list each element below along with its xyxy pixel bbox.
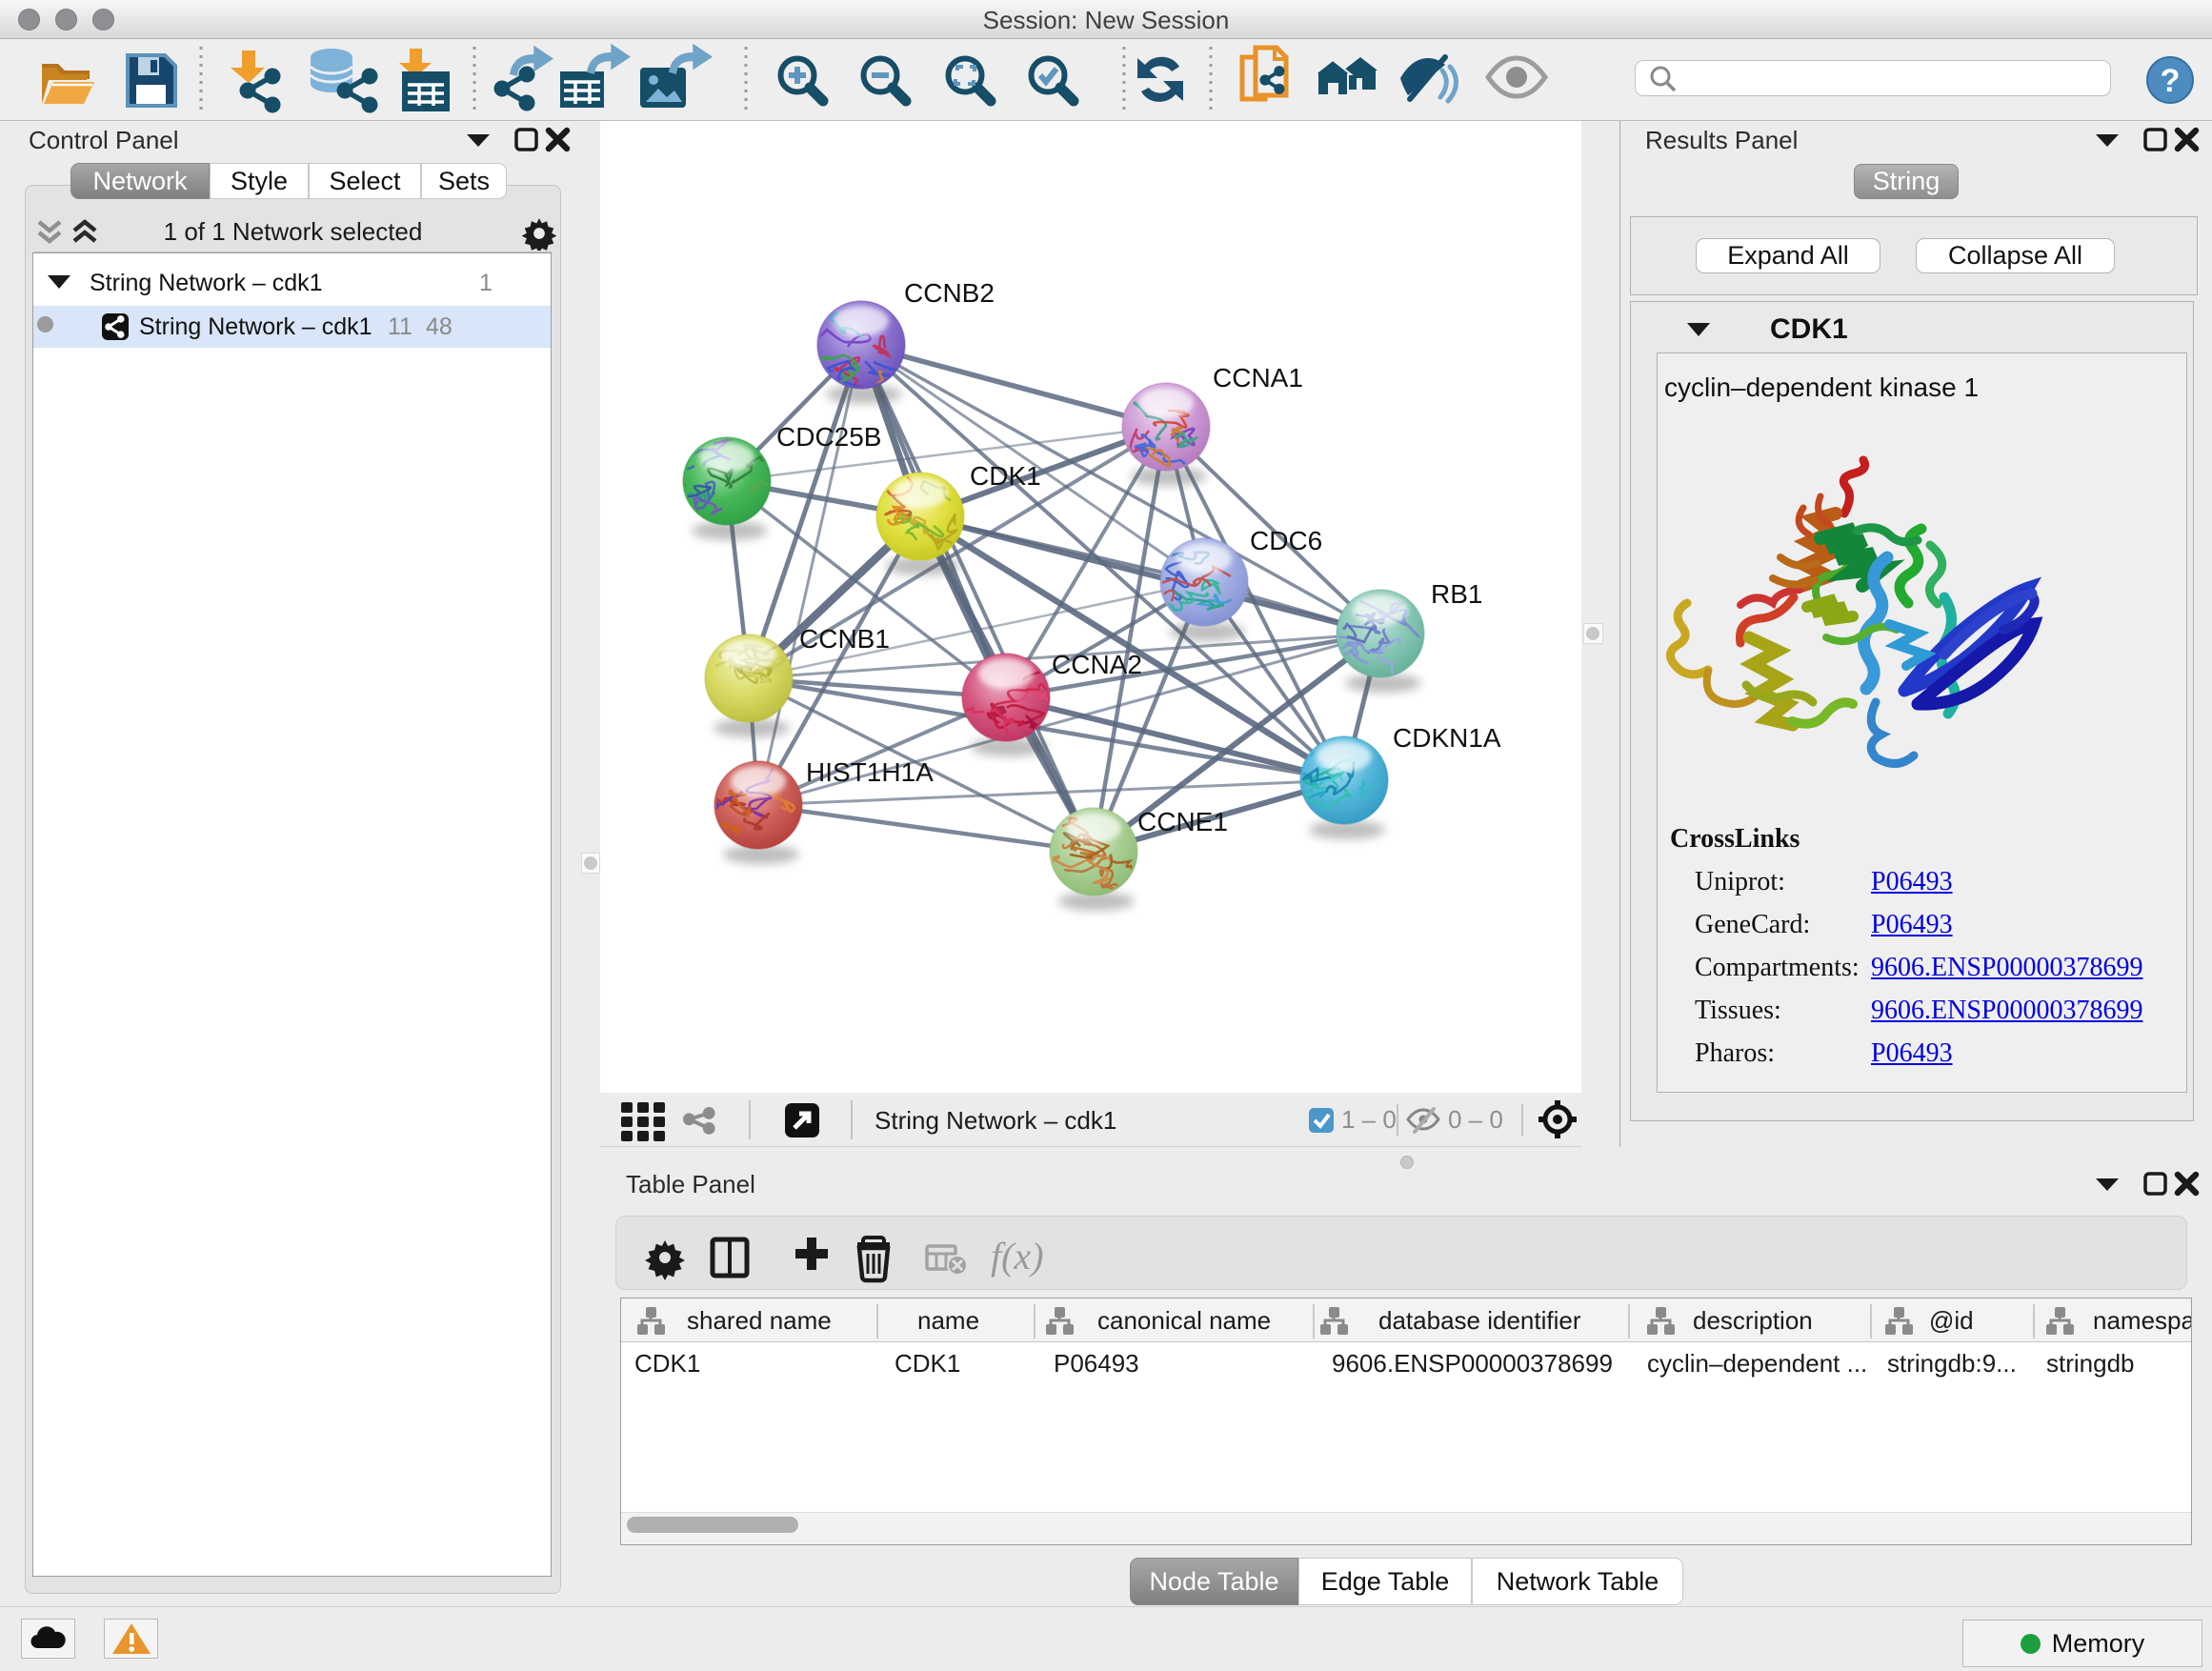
svg-text:CDK1: CDK1 <box>970 461 1041 491</box>
svg-text:HIST1H1A: HIST1H1A <box>806 757 934 787</box>
svg-text:@id: @id <box>1929 1306 1974 1335</box>
svg-text:CCNA1: CCNA1 <box>1213 363 1303 393</box>
svg-text:CCNB2: CCNB2 <box>904 278 995 308</box>
svg-text:1 – 0: 1 – 0 <box>1341 1105 1397 1134</box>
svg-text:CDKN1A: CDKN1A <box>1393 723 1501 753</box>
svg-text:CDC25B: CDC25B <box>776 422 881 452</box>
svg-text:0 – 0: 0 – 0 <box>1448 1105 1503 1134</box>
svg-text:CDC6: CDC6 <box>1250 526 1322 555</box>
svg-text:String Network – cdk1: String Network – cdk1 <box>875 1106 1116 1135</box>
svg-text:CCNB1: CCNB1 <box>799 624 890 654</box>
svg-text:f(x): f(x) <box>991 1235 1044 1278</box>
svg-text:RB1: RB1 <box>1431 579 1482 609</box>
svg-text:namespac: namespac <box>2093 1306 2191 1335</box>
svg-text:name: name <box>917 1306 979 1335</box>
svg-text:?: ? <box>2161 63 2181 99</box>
svg-text:shared name: shared name <box>687 1306 832 1335</box>
svg-text:CCNE1: CCNE1 <box>1137 807 1228 836</box>
svg-text:canonical name: canonical name <box>1097 1306 1271 1335</box>
svg-text:database identifier: database identifier <box>1378 1306 1581 1335</box>
svg-text:CCNA2: CCNA2 <box>1052 650 1142 679</box>
svg-text:description: description <box>1693 1306 1813 1335</box>
